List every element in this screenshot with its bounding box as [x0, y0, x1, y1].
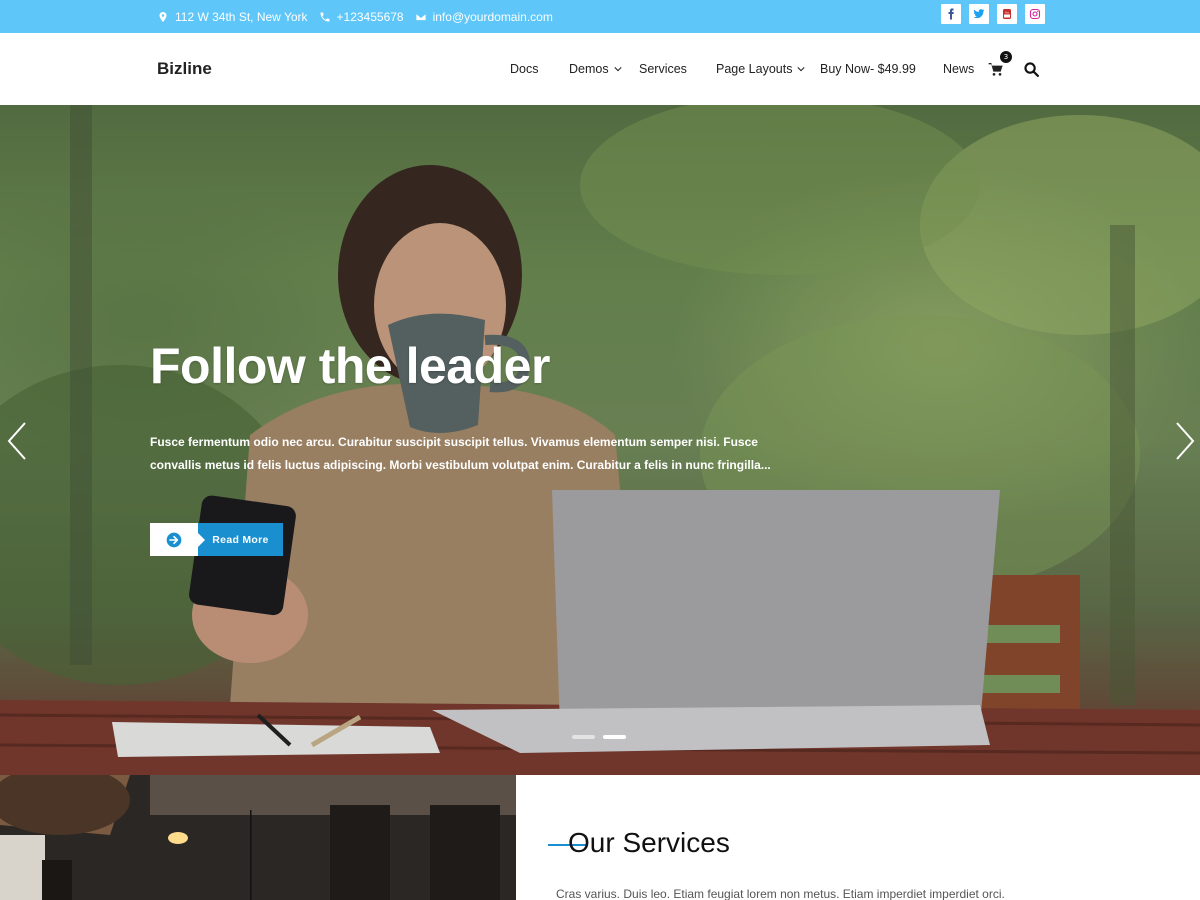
email-text: info@yourdomain.com [432, 9, 553, 24]
nav-item-demos[interactable]: Demos [569, 62, 622, 76]
nav-item-page-layouts[interactable]: Page Layouts [716, 62, 806, 76]
phone-icon [320, 12, 330, 21]
arrow-right-circle-icon [166, 532, 182, 547]
nav-label: Buy Now- $49.99 [820, 62, 916, 76]
nav-label: Demos [569, 62, 609, 76]
cart-count-badge: 3 [1000, 51, 1012, 63]
slide-dot-1[interactable] [572, 735, 595, 739]
hero-slider: Follow the leader Fusce fermentum odio n… [0, 105, 1200, 775]
facebook-link[interactable] [941, 4, 961, 24]
site-header: Bizline Docs Demos Services Page Layouts… [0, 33, 1200, 105]
envelope-icon [415, 12, 426, 21]
youtube-icon: You [1003, 9, 1011, 19]
cart-button[interactable]: 3 [988, 51, 1012, 77]
slide-dot-2-active[interactable] [603, 735, 626, 739]
youtube-link[interactable]: You [997, 4, 1017, 24]
slider-pagination [572, 735, 626, 739]
search-icon [1024, 62, 1040, 78]
services-section: Our Services Cras varius. Duis leo. Etia… [516, 775, 1200, 900]
svg-text:You: You [1005, 11, 1010, 15]
instagram-icon [1029, 8, 1041, 20]
services-text: Cras varius. Duis leo. Etiam feugiat lor… [556, 887, 1005, 900]
nav-label: News [943, 62, 975, 76]
chevron-down-icon [797, 67, 806, 72]
next-slide-arrow-icon[interactable] [1173, 421, 1197, 461]
search-button[interactable] [1023, 61, 1040, 78]
facebook-icon [948, 8, 954, 20]
nav-item-news[interactable]: News [943, 62, 974, 76]
address-item: 112 W 34th St, New York [157, 10, 308, 24]
address-text: 112 W 34th St, New York [175, 9, 308, 24]
read-more-button[interactable]: Read More [150, 523, 283, 556]
nav-item-docs[interactable]: Docs [510, 62, 538, 76]
main-nav: Docs Demos Services Page Layouts Buy Now… [0, 33, 1200, 105]
location-pin-icon [159, 11, 167, 22]
twitter-link[interactable] [969, 4, 989, 24]
contact-info: 112 W 34th St, New York +123455678 info@… [157, 0, 553, 33]
nav-label: Docs [510, 62, 539, 76]
services-heading: Our Services [568, 827, 730, 858]
twitter-icon [973, 9, 985, 19]
phone-item[interactable]: +123455678 [319, 10, 404, 24]
read-more-label: Read More [198, 523, 283, 556]
nav-label: Services [639, 62, 687, 76]
office-photo [0, 775, 516, 900]
cart-icon [988, 63, 1003, 76]
prev-slide-arrow-icon[interactable] [5, 421, 29, 461]
hero-title: Follow the leader [150, 338, 550, 394]
nav-item-services[interactable]: Services [639, 62, 687, 76]
email-item[interactable]: info@yourdomain.com [415, 10, 553, 24]
social-links: You [941, 4, 1045, 24]
hero-description: Fusce fermentum odio nec arcu. Curabitur… [150, 435, 771, 472]
chevron-down-icon [614, 67, 622, 72]
phone-text: +123455678 [336, 9, 404, 24]
read-more-icon-box [150, 523, 205, 556]
top-bar: 112 W 34th St, New York +123455678 info@… [0, 0, 1200, 33]
nav-label: Page Layouts [716, 62, 793, 76]
about-image [0, 775, 516, 900]
nav-item-buy-now[interactable]: Buy Now- $49.99 [820, 62, 916, 76]
instagram-link[interactable] [1025, 4, 1045, 24]
